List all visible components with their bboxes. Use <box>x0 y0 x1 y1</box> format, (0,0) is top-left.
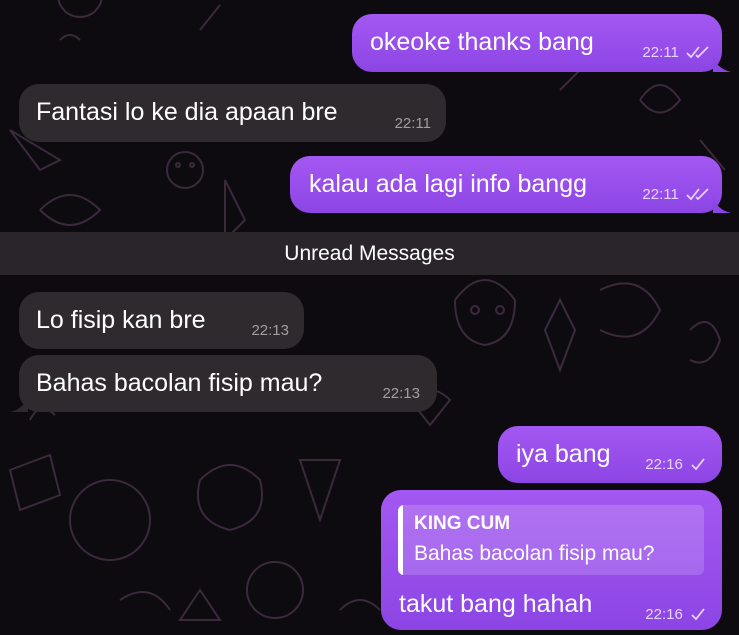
message-bubble-incoming[interactable]: Bahas bacolan fisip mau? 22:13 <box>10 355 437 412</box>
message-time: 22:16 <box>645 606 683 623</box>
message-meta: 22:16 <box>645 456 706 474</box>
message-text: Fantasi lo ke dia apaan bre <box>36 98 338 126</box>
double-check-icon <box>686 46 709 59</box>
message-meta: 22:11 <box>642 44 710 62</box>
bubble-tail <box>713 195 731 213</box>
reply-quote[interactable]: KING CUM Bahas bacolan fisip mau? <box>398 505 704 575</box>
double-check-icon <box>686 188 709 201</box>
bubble-tail <box>713 54 731 72</box>
message-time: 22:11 <box>642 44 679 61</box>
message-text: Lo fisip kan bre <box>36 306 206 334</box>
message-text: kalau ada lagi info bangg <box>309 170 588 198</box>
chat-view[interactable]: okeoke thanks bang 22:11 Fantasi lo ke d… <box>0 0 739 635</box>
message-time: 22:11 <box>642 186 679 203</box>
single-check-icon <box>691 608 705 621</box>
unread-messages-divider: Unread Messages <box>0 232 739 275</box>
unread-messages-label: Unread Messages <box>284 242 455 265</box>
message-meta: 22:16 <box>645 606 706 624</box>
message-time: 22:16 <box>645 456 683 473</box>
message-meta: 22:11 <box>642 186 710 204</box>
message-time: 22:11 <box>394 115 431 132</box>
message-bubble-incoming[interactable]: Fantasi lo ke dia apaan bre 22:11 <box>19 84 446 142</box>
message-text: okeoke thanks bang <box>370 28 594 56</box>
reply-quote-bar <box>398 505 403 575</box>
message-bubble-outgoing-reply[interactable]: KING CUM Bahas bacolan fisip mau? takut … <box>381 490 722 630</box>
message-text: iya bang <box>516 440 611 468</box>
message-time: 22:13 <box>382 385 420 402</box>
message-time: 22:13 <box>251 322 289 339</box>
reply-text: Bahas bacolan fisip mau? <box>414 542 655 565</box>
reply-author: KING CUM <box>414 513 511 534</box>
message-bubble-outgoing[interactable]: kalau ada lagi info bangg 22:11 <box>290 156 731 213</box>
message-text: Bahas bacolan fisip mau? <box>36 369 323 397</box>
bubble-tail <box>10 394 28 412</box>
message-bubble-incoming[interactable]: Lo fisip kan bre 22:13 <box>19 292 304 349</box>
message-text: takut bang hahah <box>399 590 593 618</box>
message-bubble-outgoing[interactable]: okeoke thanks bang 22:11 <box>352 14 731 72</box>
single-check-icon <box>691 458 705 471</box>
message-bubble-outgoing[interactable]: iya bang 22:16 <box>498 426 722 483</box>
